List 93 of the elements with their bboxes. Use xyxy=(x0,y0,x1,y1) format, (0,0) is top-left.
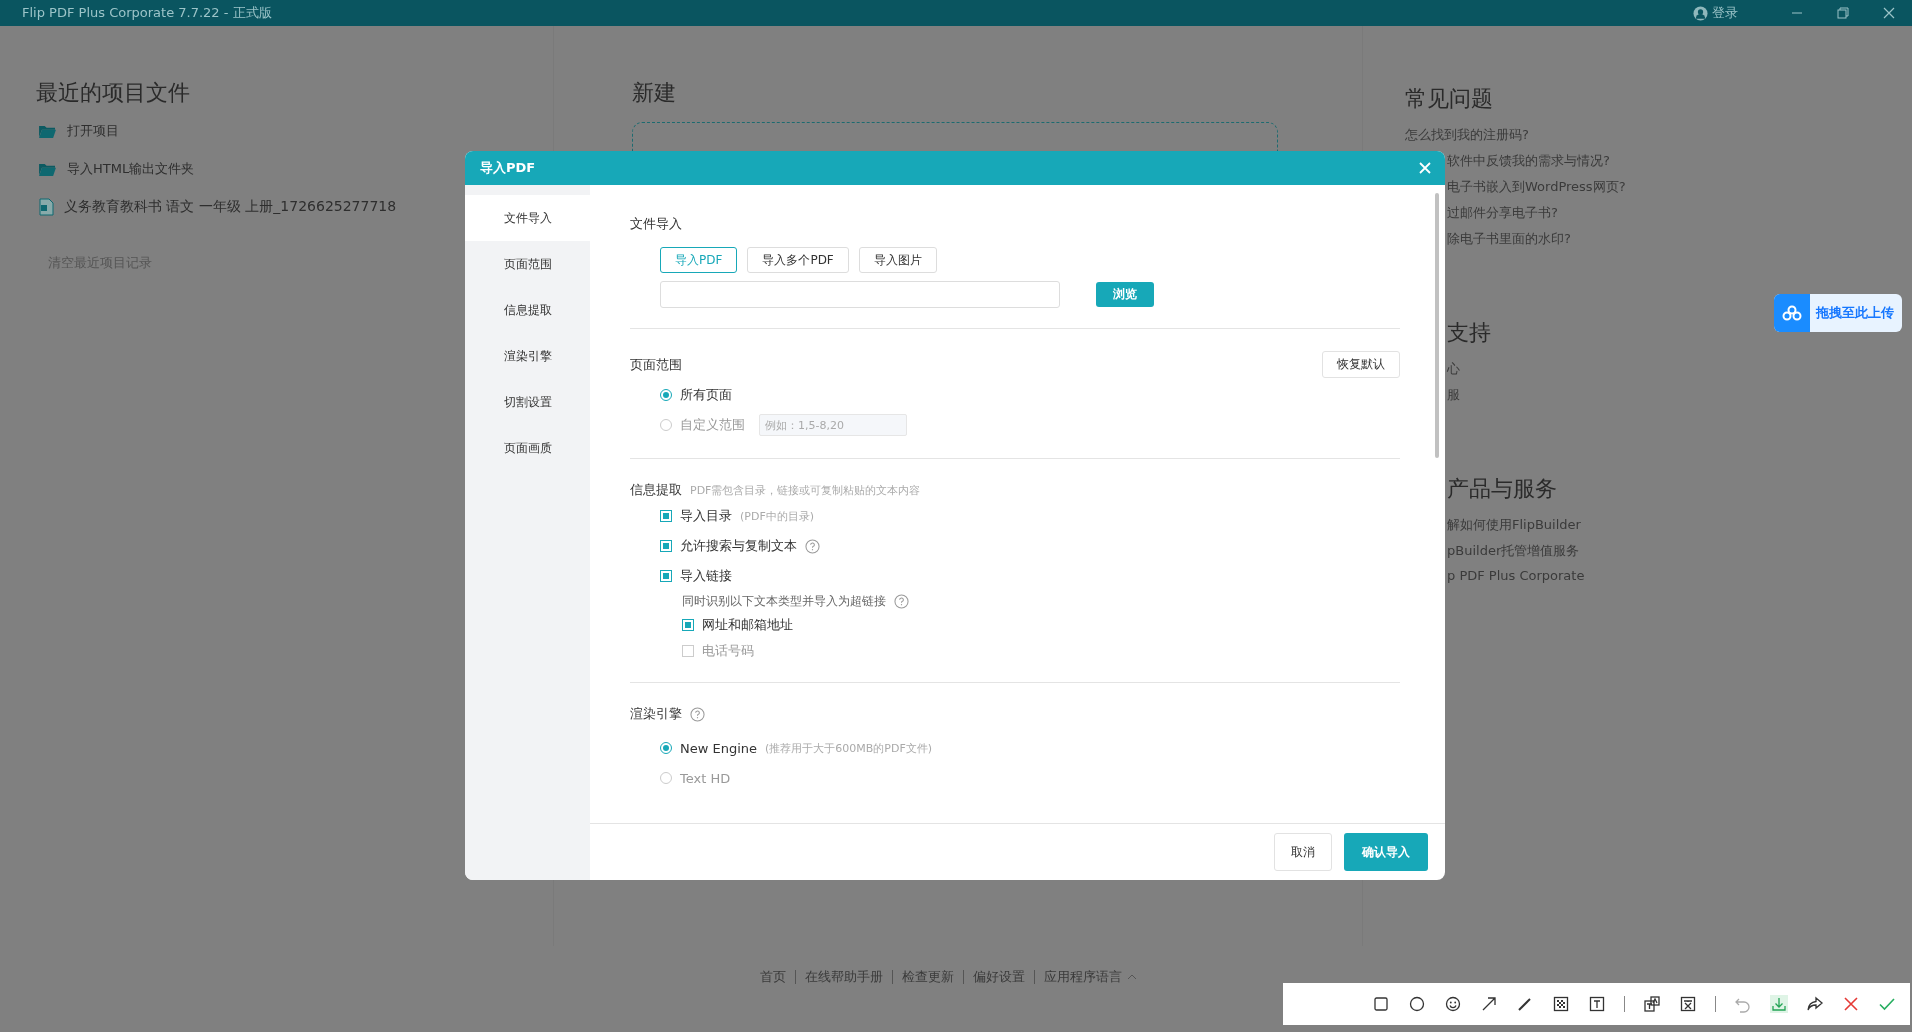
close-icon xyxy=(1419,162,1431,174)
footer-link[interactable]: 应用程序语言 xyxy=(1044,968,1122,986)
checkbox-label[interactable]: 允许搜索与复制文本 xyxy=(680,537,797,555)
footer-link[interactable]: 偏好设置 xyxy=(973,968,1025,986)
file-icon xyxy=(38,198,54,216)
section-heading: 新建 xyxy=(632,79,677,107)
mode-tab[interactable]: 导入PDF xyxy=(660,247,738,273)
browse-button[interactable]: 浏览 xyxy=(1096,282,1154,307)
nav-tab[interactable]: 文件导入 xyxy=(465,195,590,241)
help-link[interactable]: pBuilder托管增值服务 xyxy=(1447,542,1626,560)
nav-tab[interactable]: 信息提取 xyxy=(465,287,590,333)
login-button[interactable]: 登录 xyxy=(1693,4,1738,22)
close-button[interactable] xyxy=(1419,162,1431,174)
cancel-button[interactable]: 取消 xyxy=(1274,833,1332,871)
section-heading: 常见问题 xyxy=(1405,85,1494,113)
section-label: 页面范围 xyxy=(630,355,682,374)
caret-up-icon[interactable] xyxy=(1127,974,1137,980)
folder-icon xyxy=(38,123,57,139)
arrow-icon[interactable] xyxy=(1480,995,1498,1013)
recent-file[interactable]: 义务教育教科书 语文 一年级 上册_1726625277718 xyxy=(64,198,397,216)
checkbox-label[interactable]: 网址和邮箱地址 xyxy=(702,616,793,634)
footer-link[interactable]: 在线帮助手册 xyxy=(805,968,883,986)
help-link[interactable]: 电子书嵌入到WordPress网页? xyxy=(1447,178,1626,196)
checkbox[interactable] xyxy=(660,570,672,582)
cloud-icon xyxy=(1782,305,1802,321)
rectangle-icon[interactable] xyxy=(1372,995,1390,1013)
close-icon xyxy=(1883,7,1895,19)
section-heading: 支持 xyxy=(1447,319,1492,347)
radio-button[interactable] xyxy=(660,772,672,784)
restore-icon xyxy=(1837,7,1849,19)
help-link[interactable]: 解如何使用FlipBuilder xyxy=(1447,516,1626,534)
radio-label[interactable]: 所有页面 xyxy=(680,386,732,404)
radio-label[interactable]: 自定义范围 xyxy=(680,416,745,434)
smiley-icon[interactable] xyxy=(1444,995,1462,1013)
checkbox[interactable] xyxy=(682,619,694,631)
footer-link[interactable]: 检查更新 xyxy=(902,968,954,986)
checkbox-label[interactable]: 电话号码 xyxy=(702,642,754,660)
section-label: 渲染引擎 xyxy=(630,705,682,723)
mode-tab[interactable]: 导入多个PDF xyxy=(747,247,849,273)
pen-icon[interactable] xyxy=(1516,995,1534,1013)
reset-button[interactable]: 恢复默认 xyxy=(1322,351,1400,378)
window-title: Flip PDF Plus Corporate 7.7.22 - 正式版 xyxy=(22,4,273,22)
folder-icon xyxy=(38,161,57,177)
translate-icon[interactable] xyxy=(1643,995,1661,1013)
section-hint: PDF需包含目录，链接或可复制粘贴的文本内容 xyxy=(690,482,921,498)
radio-button[interactable] xyxy=(660,419,672,431)
share-icon[interactable] xyxy=(1806,995,1824,1013)
checkbox[interactable] xyxy=(660,510,672,522)
help-link[interactable]: 除电子书里面的水印? xyxy=(1447,230,1626,248)
circle-icon[interactable] xyxy=(1408,995,1426,1013)
text-recognition-icon[interactable] xyxy=(1679,995,1697,1013)
nav-tab[interactable]: 页面画质 xyxy=(465,425,590,471)
checkbox-label[interactable]: 导入目录 xyxy=(680,507,732,525)
section-heading: 产品与服务 xyxy=(1447,475,1558,503)
option-note: (PDF中的目录) xyxy=(740,508,814,524)
cancel-icon[interactable] xyxy=(1842,995,1860,1013)
section-label: 信息提取 xyxy=(630,481,682,499)
menu-link[interactable]: 打开项目 xyxy=(67,122,119,140)
option-description: 同时识别以下文本类型并导入为超链接 xyxy=(682,593,886,610)
text-icon[interactable] xyxy=(1588,995,1606,1013)
nav-tab[interactable]: 页面范围 xyxy=(465,241,590,287)
radio-label[interactable]: New Engine xyxy=(680,740,758,756)
section-heading: 最近的项目文件 xyxy=(36,79,191,107)
dialog-title: 导入PDF xyxy=(480,159,536,177)
radio-button[interactable] xyxy=(660,742,672,754)
option-note: (推荐用于大于600MB的PDF文件) xyxy=(765,740,933,756)
range-field[interactable]: 例如：1,5-8,20 xyxy=(759,414,907,436)
radio-label[interactable]: Text HD xyxy=(680,770,731,786)
menu-link[interactable]: 导入HTML输出文件夹 xyxy=(67,160,195,178)
help-link[interactable]: 过邮件分享电子书? xyxy=(1447,204,1626,222)
confirm-button[interactable]: 确认导入 xyxy=(1344,833,1428,871)
nav-tab[interactable]: 渲染引擎 xyxy=(465,333,590,379)
help-link[interactable]: 软件中反馈我的需求与情况? xyxy=(1447,152,1626,170)
help-icon[interactable] xyxy=(805,538,820,554)
checkbox[interactable] xyxy=(682,645,694,657)
section-label: 文件导入 xyxy=(630,215,682,233)
radio-button[interactable] xyxy=(660,389,672,401)
help-link[interactable]: 服 xyxy=(1447,386,1626,404)
mode-tab[interactable]: 导入图片 xyxy=(858,247,937,273)
checkbox[interactable] xyxy=(660,540,672,552)
nav-tab[interactable]: 切割设置 xyxy=(465,379,590,425)
help-icon[interactable] xyxy=(894,594,909,609)
checkbox-label[interactable]: 导入链接 xyxy=(680,567,732,585)
mosaic-icon[interactable] xyxy=(1552,995,1570,1013)
help-link[interactable]: 心 xyxy=(1447,360,1626,378)
file-path-field[interactable] xyxy=(660,281,1060,308)
help-icon[interactable] xyxy=(690,706,705,722)
help-link[interactable]: p PDF Plus Corporate xyxy=(1447,568,1626,583)
user-icon xyxy=(1693,5,1708,21)
upload-widget[interactable]: 拖拽至此上传 xyxy=(1774,294,1902,332)
footer-link[interactable]: 首页 xyxy=(760,968,786,986)
download-icon[interactable] xyxy=(1770,995,1788,1013)
help-link[interactable]: 怎么找到我的注册码? xyxy=(1405,126,1626,144)
